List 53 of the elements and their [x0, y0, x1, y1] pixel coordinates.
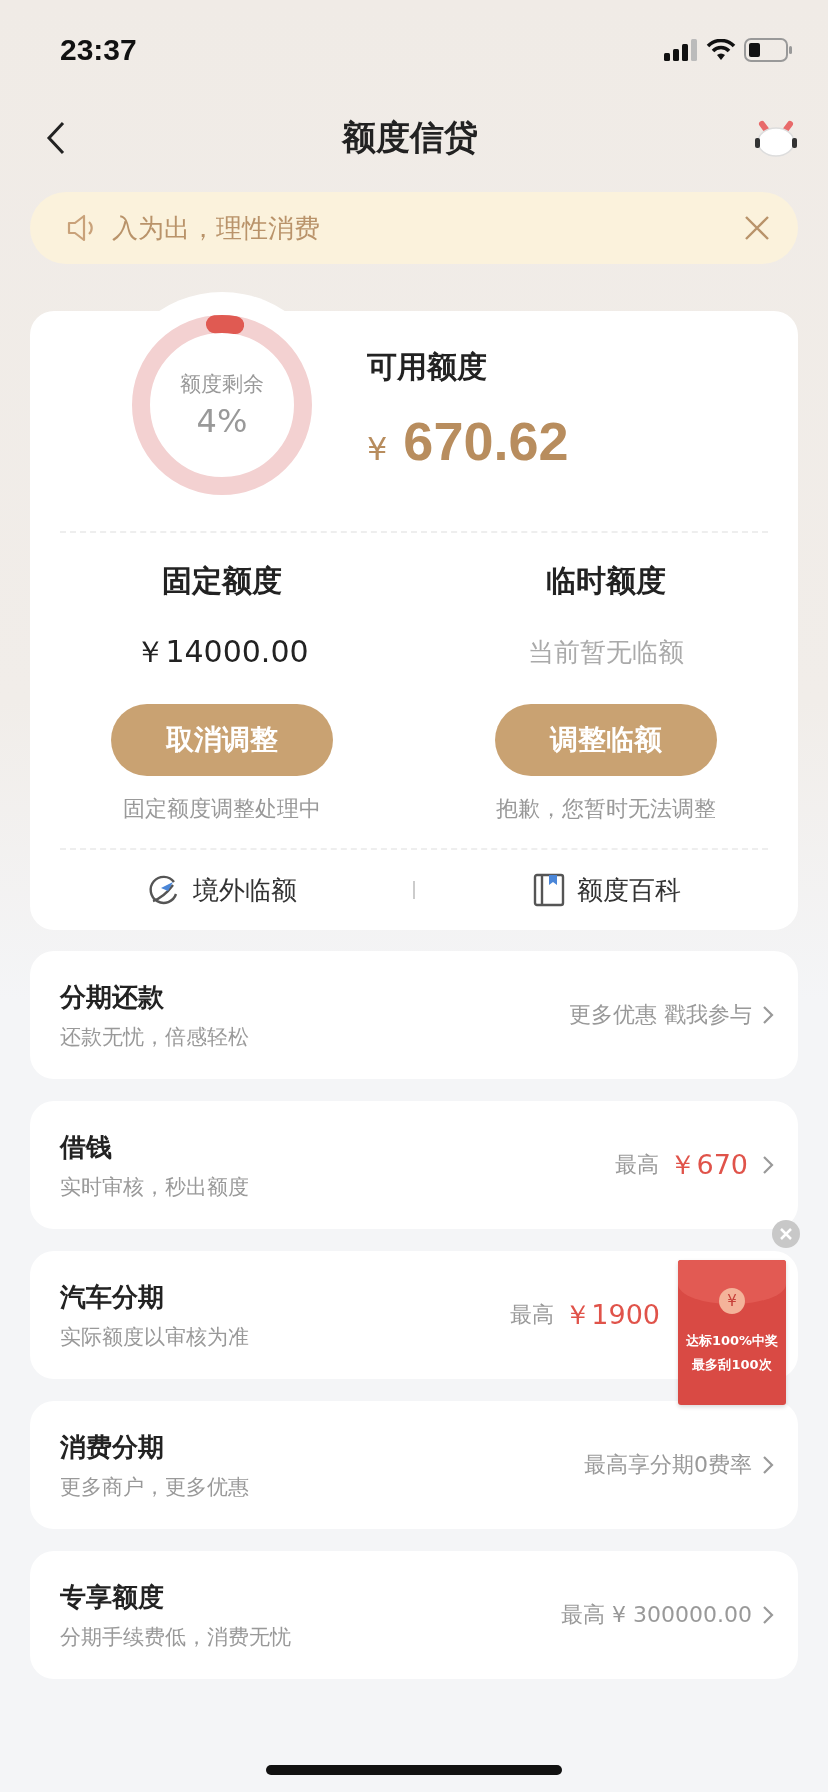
- shortcut-label: 境外临额: [192, 873, 297, 907]
- service-value: 最高享分期0费率: [584, 1451, 752, 1479]
- service-prefix: 最高: [615, 1151, 660, 1179]
- service-subtitle: 更多商户，更多优惠: [60, 1473, 250, 1501]
- limit-note: 抱歉，您暂时无法调整: [496, 795, 716, 823]
- limit-value: ￥14000.00: [135, 632, 309, 671]
- battery-icon: [744, 38, 792, 62]
- service-subtitle: 还款无忧，倍感轻松: [60, 1023, 250, 1051]
- shortcut-link[interactable]: 境外临额: [30, 872, 413, 908]
- available-label: 可用额度: [367, 348, 488, 386]
- service-value: ￥670: [669, 1148, 748, 1182]
- service-value: ￥1900: [564, 1298, 660, 1332]
- available-amount: 670.62: [403, 410, 569, 472]
- service-prefix: 最高: [510, 1301, 555, 1329]
- service-row[interactable]: 消费分期 更多商户，更多优惠 最高享分期0费率: [30, 1401, 798, 1529]
- signal-icon: [664, 39, 698, 61]
- page-title: 额度信贷: [342, 116, 478, 159]
- wifi-icon: [706, 39, 736, 61]
- notice-text: 入为出，理性消费: [112, 211, 321, 245]
- book-icon: [532, 873, 565, 907]
- service-row[interactable]: 借钱 实时审核，秒出额度 最高 ￥670: [30, 1101, 798, 1229]
- close-icon: [780, 1228, 792, 1240]
- ring-label: 额度剩余: [180, 371, 264, 398]
- service-title: 消费分期: [60, 1430, 165, 1464]
- service-value: 最高 ¥ 300000.00: [561, 1601, 752, 1629]
- promo-text: 达标100%中奖: [685, 1332, 779, 1350]
- service-value: 更多优惠 戳我参与: [569, 1001, 752, 1029]
- back-icon[interactable]: [46, 121, 66, 155]
- service-title: 借钱: [60, 1130, 113, 1164]
- service-row[interactable]: 分期还款 还款无忧，倍感轻松 更多优惠 戳我参与: [30, 951, 798, 1079]
- limit-title: 临时额度: [546, 562, 666, 600]
- limit-title: 固定额度: [162, 562, 282, 600]
- shortcut-label: 额度百科: [576, 873, 681, 907]
- limit-value: 当前暂无临额: [528, 635, 684, 669]
- chevron-right-icon: [762, 1155, 774, 1175]
- service-row[interactable]: 专享额度 分期手续费低，消费无忧 最高 ¥ 300000.00: [30, 1551, 798, 1679]
- service-title: 汽车分期: [60, 1280, 165, 1314]
- service-title: 专享额度: [60, 1580, 165, 1614]
- coin-icon: ¥: [719, 1288, 745, 1314]
- ring-percent: 4%: [196, 402, 248, 440]
- service-subtitle: 实时审核，秒出额度: [60, 1173, 250, 1201]
- promo-text: 最多刮100次: [692, 1356, 772, 1374]
- mascot-icon[interactable]: [754, 118, 798, 158]
- chevron-right-icon: [762, 1605, 774, 1625]
- shortcut-link[interactable]: 额度百科: [415, 872, 798, 908]
- chevron-right-icon: [762, 1455, 774, 1475]
- limit-note: 固定额度调整处理中: [123, 795, 321, 823]
- service-subtitle: 实际额度以审核为准: [60, 1323, 250, 1351]
- service-subtitle: 分期手续费低，消费无忧: [60, 1623, 292, 1651]
- status-time: 23:37: [60, 33, 137, 67]
- service-title: 分期还款: [60, 980, 165, 1014]
- currency-sign: ¥: [367, 430, 388, 468]
- chevron-right-icon: [762, 1005, 774, 1025]
